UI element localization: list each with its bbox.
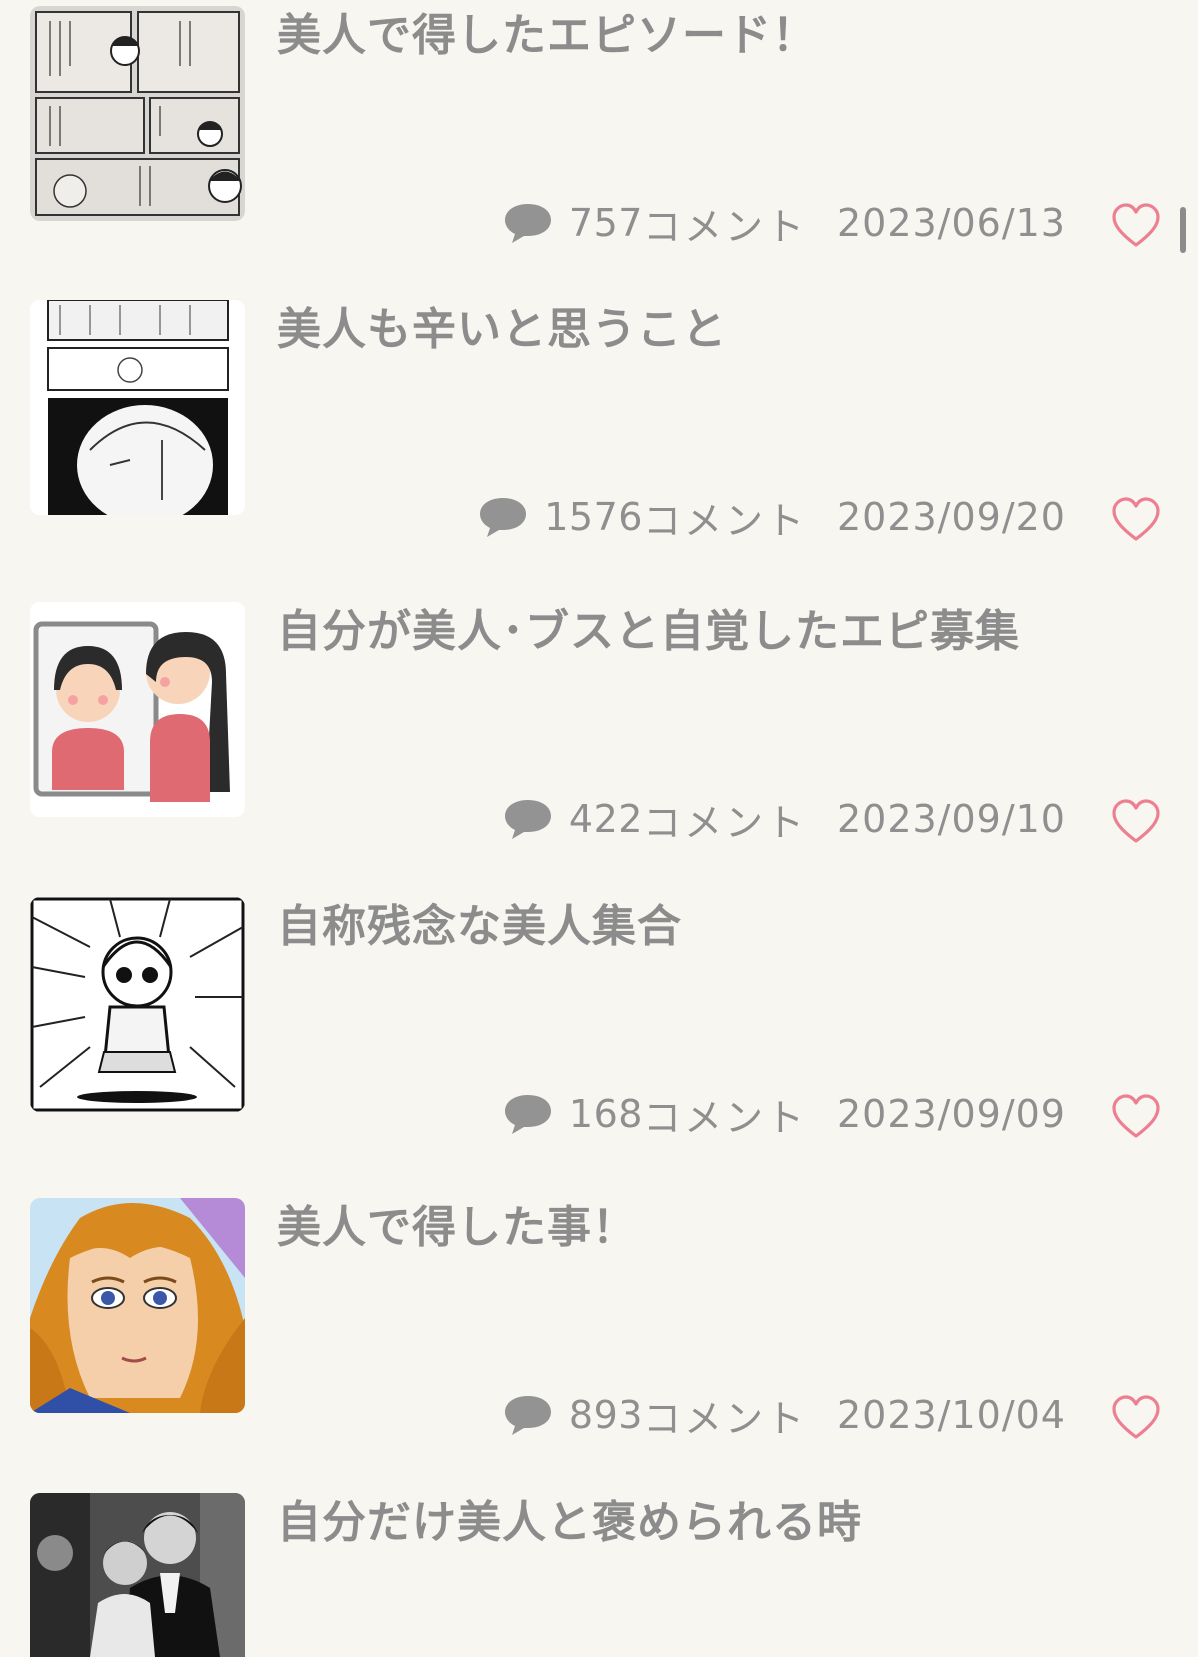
topic-title[interactable]: 自分だけ美人と褒められる時	[277, 1493, 1157, 1553]
topic-date: 2023/09/09	[836, 1092, 1066, 1136]
manga-panel-thumbnail[interactable]	[30, 300, 245, 515]
comment-count: 757	[568, 201, 643, 245]
topic-date: 2023/09/10	[836, 797, 1066, 841]
topic-date: 2023/09/20	[836, 495, 1066, 539]
topic-title[interactable]: 美人も辛いと思うこと	[277, 300, 1157, 360]
topic-row[interactable]: 美人で得したエピソード！ 757 コメント 2023/06/13	[0, 6, 1198, 301]
couple-photo-thumbnail[interactable]	[30, 1493, 245, 1657]
topic-date: 2023/10/04	[836, 1393, 1066, 1437]
topic-meta: 1576 コメント 2023/09/20	[478, 492, 1066, 543]
topic-row[interactable]: 美人で得した事！ 893 コメント 2023/10/04	[0, 1198, 1198, 1493]
topic-title[interactable]: 美人で得した事！	[277, 1198, 1157, 1258]
comment-count: 422	[568, 797, 643, 841]
topic-row[interactable]: 自分が美人･ブスと自覚したエピ募集 422 コメント 2023/09/10	[0, 602, 1198, 897]
topic-date: 2023/06/13	[836, 201, 1066, 245]
topic-title[interactable]: 美人で得したエピソード！	[277, 6, 1157, 66]
topic-row[interactable]: 美人も辛いと思うこと 1576 コメント 2023/09/20	[0, 300, 1198, 595]
manga-panel-thumbnail[interactable]	[30, 6, 245, 221]
heart-icon[interactable]	[1111, 799, 1161, 845]
comment-label: コメント	[642, 1396, 807, 1441]
topic-meta: 757 コメント 2023/06/13	[503, 198, 1066, 249]
comment-label: コメント	[642, 1095, 807, 1140]
speech-bubble-icon	[504, 1095, 551, 1134]
topic-meta: 168 コメント 2023/09/09	[503, 1089, 1066, 1140]
speech-bubble-icon	[504, 204, 551, 243]
topic-row[interactable]: 自分だけ美人と褒められる時	[0, 1493, 1198, 1657]
topic-list: 美人で得したエピソード！ 757 コメント 2023/06/13 美人も辛いと思…	[0, 0, 1198, 1657]
mirror-illustration-thumbnail[interactable]	[30, 602, 245, 817]
speech-bubble-icon	[504, 1396, 551, 1435]
heart-icon[interactable]	[1111, 1094, 1161, 1140]
speech-bubble-icon	[504, 800, 551, 839]
topic-row[interactable]: 自称残念な美人集合 168 コメント 2023/09/09	[0, 897, 1198, 1192]
comment-count: 893	[568, 1393, 643, 1437]
comment-count: 168	[568, 1092, 643, 1136]
heart-icon[interactable]	[1111, 1395, 1161, 1441]
speech-bubble-icon	[480, 498, 527, 537]
manga-character-thumbnail[interactable]	[30, 897, 245, 1112]
heart-icon[interactable]	[1111, 203, 1161, 249]
topic-title[interactable]: 自称残念な美人集合	[277, 897, 1157, 957]
topic-meta: 422 コメント 2023/09/10	[503, 794, 1066, 845]
topic-title[interactable]: 自分が美人･ブスと自覚したエピ募集	[277, 602, 1157, 662]
scrollbar-thumb[interactable]	[1180, 207, 1186, 253]
comment-label: コメント	[642, 204, 807, 249]
shoujo-manga-thumbnail[interactable]	[30, 1198, 245, 1413]
topic-meta: 893 コメント 2023/10/04	[503, 1390, 1066, 1441]
heart-icon[interactable]	[1111, 497, 1161, 543]
comment-count: 1576	[544, 495, 643, 539]
comment-label: コメント	[642, 800, 807, 845]
comment-label: コメント	[642, 498, 807, 543]
